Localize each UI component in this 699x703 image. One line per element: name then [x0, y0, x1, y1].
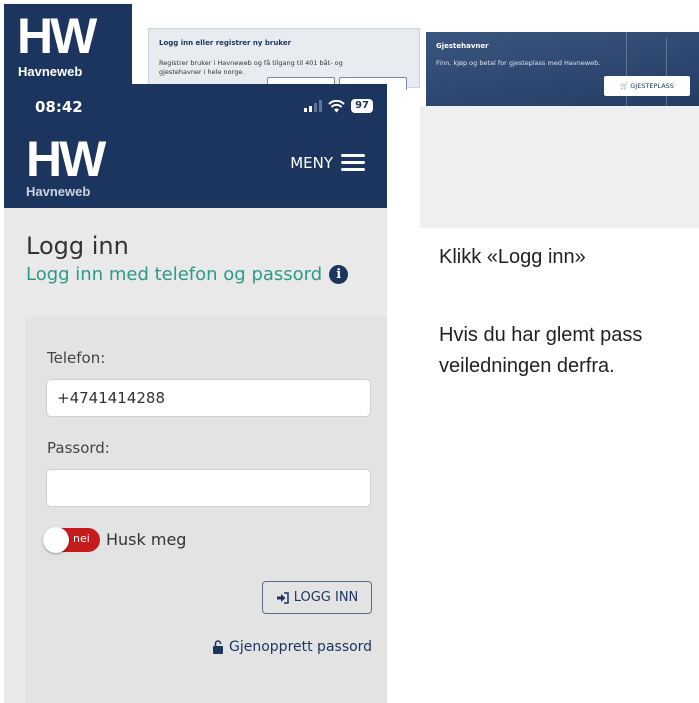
login-form: Telefon: +4741414288 Passord: nei Husk m… — [26, 317, 387, 703]
remember-me-label: Husk meg — [106, 530, 187, 549]
background-area — [420, 106, 699, 228]
unlock-icon — [213, 640, 223, 654]
info-icon[interactable]: i — [329, 265, 349, 284]
instruction-click-login: Klikk «Logg inn» — [439, 246, 586, 268]
toggle-state-label: nei — [73, 532, 90, 545]
guest-panel-body: Finn, kjøp og betal for gjesteplass med … — [436, 59, 601, 67]
login-button[interactable]: LOGG INN — [262, 581, 372, 614]
guest-place-button[interactable]: 🛒 GJESTEPLASS — [604, 76, 690, 96]
menu-label: MENY — [290, 154, 333, 172]
password-input[interactable] — [46, 469, 371, 507]
phone-label: Telefon: — [47, 349, 106, 367]
status-icons: 97 — [304, 98, 373, 114]
phone-input[interactable]: +4741414288 — [46, 379, 371, 417]
login-method-label: Logg inn med telefon og passord — [26, 264, 323, 285]
reset-password-label: Gjenopprett passord — [229, 639, 373, 655]
reset-password-link[interactable]: Gjenopprett passord — [212, 639, 372, 655]
mobile-logo-subtitle: Havneweb — [26, 184, 91, 199]
sign-in-icon — [276, 591, 289, 604]
register-panel: Logg inn eller registrer ny bruker Regis… — [148, 28, 420, 90]
wifi-icon — [328, 99, 345, 112]
page-title: Logg inn — [26, 232, 129, 260]
toggle-knob — [43, 527, 69, 553]
mobile-logo-mark[interactable]: HW — [26, 132, 106, 186]
signal-icon — [304, 100, 323, 112]
guest-panel-title: Gjestehavner — [436, 42, 489, 50]
battery-icon: 97 — [351, 99, 373, 113]
menu-button[interactable]: MENY — [290, 154, 365, 172]
status-time: 08:42 — [35, 98, 83, 116]
instruction-line: Hvis du har glemt pass — [439, 324, 643, 346]
instruction-forgot-password: Hvis du har glemt pass veiledningen derf… — [439, 320, 699, 382]
instruction-line: veiledningen derfra. — [439, 355, 615, 377]
register-panel-title: Logg inn eller registrer ny bruker — [159, 39, 292, 47]
hamburger-icon — [341, 154, 365, 172]
register-panel-body: Registrer bruker i Havneweb og få tilgan… — [159, 59, 343, 76]
password-label: Passord: — [47, 439, 110, 457]
phone-screenshot: 08:42 97 HW Havneweb MENY Logg inn Logg … — [4, 84, 387, 703]
guest-place-button-label: GJESTEPLASS — [630, 82, 674, 90]
desktop-logo-mark: HW — [17, 8, 97, 64]
desktop-logo-subtitle: Havneweb — [18, 64, 83, 79]
cart-icon: 🛒 — [620, 82, 629, 90]
remember-me-toggle[interactable]: nei — [43, 527, 100, 553]
desktop-logo[interactable]: HW Havneweb — [4, 4, 132, 84]
phone-header: 08:42 97 HW Havneweb MENY — [4, 84, 387, 208]
login-button-label: LOGG INN — [293, 590, 359, 605]
guest-harbor-panel: Gjestehavner Finn, kjøp og betal for gje… — [426, 32, 699, 106]
login-method-subtitle: Logg inn med telefon og passord i — [26, 264, 349, 285]
